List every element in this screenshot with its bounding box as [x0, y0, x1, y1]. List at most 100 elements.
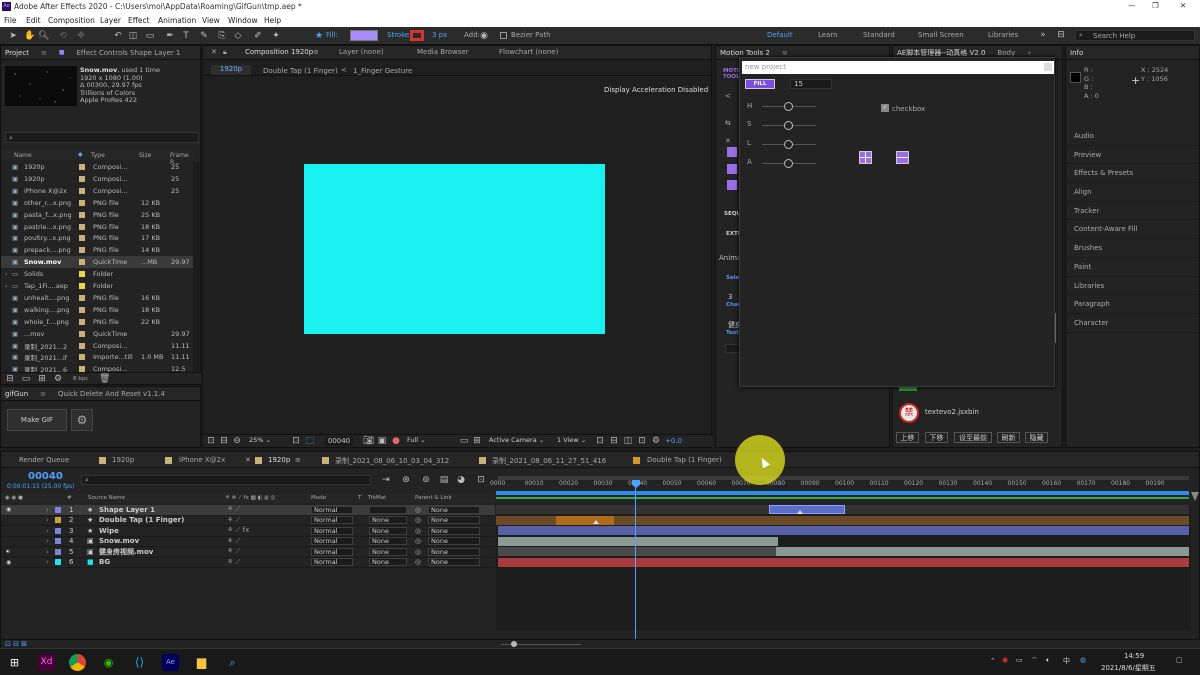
layer-parent-dropdown[interactable]: None [428, 558, 480, 567]
make-gif-button[interactable]: Make GIF [7, 409, 67, 431]
move-to-top-button[interactable]: 设至最前 [954, 432, 992, 443]
hide-button[interactable]: 隐藏 [1025, 432, 1048, 443]
vscode-icon[interactable]: ⟨⟩ [131, 654, 148, 671]
slider-l-knob[interactable] [784, 140, 793, 149]
item-label-swatch[interactable] [79, 306, 85, 313]
slider-h-knob[interactable] [784, 102, 793, 111]
tray-record-icon[interactable]: ◉ [1002, 656, 1008, 664]
roi-icon[interactable]: ▭ [459, 436, 469, 446]
pen-tool-icon[interactable]: ✒ [165, 31, 175, 41]
camera-dropdown[interactable]: Active Camera ⌄ [487, 437, 549, 445]
layer-row[interactable]: › 3 ★ Wipe ⚘ ⟋ fx Normal None ◎ None [1, 526, 495, 537]
panel-menu-icon[interactable]: ≡ [40, 390, 46, 398]
resolution-dropdown[interactable]: Full ⌄ [405, 437, 455, 445]
cross-icon[interactable]: ✕ [725, 137, 731, 145]
add-menu-icon[interactable]: ◉ [479, 31, 489, 41]
interpret-footage-icon[interactable]: ⊟ [5, 374, 15, 384]
layer-mode-dropdown[interactable]: Normal [311, 516, 353, 525]
expand-arrow-icon[interactable]: › [5, 270, 8, 278]
project-item[interactable]: ▣ prepack....png PNG file 14 KB [9, 244, 193, 256]
panel-menu-icon[interactable]: ≡ [295, 456, 301, 464]
eraser-tool-icon[interactable]: ◇ [233, 31, 243, 41]
tab-render-queue[interactable]: Render Queue [19, 456, 69, 464]
back-arrow-icon[interactable]: < [725, 92, 731, 100]
move-up-button[interactable]: 上移 [896, 432, 919, 443]
current-time-display[interactable]: 00040 [325, 437, 353, 446]
grid-quad-icon[interactable] [859, 151, 872, 164]
project-search-input[interactable]: ⌕ [5, 132, 199, 143]
fill-button[interactable]: FILL [745, 79, 775, 89]
slider-s[interactable] [762, 121, 816, 130]
panel-tracker[interactable]: Tracker [1066, 202, 1199, 221]
tab-composition[interactable]: Composition 1920p [245, 48, 313, 56]
3d-renderer-icon[interactable]: ◫ [623, 436, 633, 446]
show-snapshot-icon[interactable]: ▣ [377, 436, 387, 446]
views-dropdown[interactable]: 1 View ⌄ [555, 437, 589, 445]
toggle-pixel-icon[interactable]: ⊡ [595, 436, 605, 446]
work-area-range[interactable] [496, 491, 1189, 495]
project-item[interactable]: ▣ 1920p Composi... 25 [9, 173, 193, 185]
project-item[interactable]: ▣ poultry...x.png PNG file 17 KB [9, 232, 193, 244]
close-window-button[interactable]: ✕ [1180, 1, 1186, 10]
comp-flowchart-icon[interactable]: ⇥ [381, 475, 391, 485]
workspace-libraries[interactable]: Libraries [988, 31, 1018, 39]
tab-media-browser[interactable]: Media Browser [417, 48, 469, 56]
expand-arrow-icon[interactable]: › [46, 527, 49, 535]
layer-mode-dropdown[interactable]: Normal [311, 547, 353, 556]
fill-color-swatch[interactable] [350, 30, 378, 41]
layer-trkmat-dropdown[interactable]: None [369, 526, 407, 535]
tab-double-tap[interactable]: Double Tap (1 Finger) [647, 456, 722, 464]
slider-h[interactable] [762, 102, 816, 111]
exposure-value[interactable]: +0.0 [665, 437, 682, 445]
region-icon[interactable]: ⊟ [219, 436, 229, 446]
more-panels-icon[interactable]: » [1027, 49, 1031, 57]
slider-s-knob[interactable] [784, 121, 793, 130]
snapshot-icon[interactable]: 📷︎ [363, 436, 374, 446]
layer-switches[interactable]: ⚘ ⟋ [227, 547, 240, 556]
puppet-pin-icon[interactable]: ✦ [271, 31, 281, 41]
layer-row[interactable]: ◉ › 1 ★ Shape Layer 1 ⚘ ⟋ Normal ◎ None [1, 505, 495, 516]
color-channel-icon[interactable]: ● [391, 436, 401, 446]
parent-pickwhip-icon[interactable]: ◎ [415, 527, 421, 535]
more-workspaces-icon[interactable]: » [1038, 30, 1048, 40]
nav-finger-gesture[interactable]: 1_Finger Gesture [353, 67, 412, 75]
time-navigator-end-icon[interactable] [1191, 492, 1199, 501]
layer-parent-dropdown[interactable]: None [428, 526, 480, 535]
project-item[interactable]: › ▭ Tap_1Fi....aep Folder [5, 280, 193, 292]
layer-label-color[interactable] [55, 517, 61, 524]
tray-qq-icon[interactable]: ◍ [1080, 656, 1086, 664]
swap-icon[interactable]: ⇆ [725, 119, 731, 127]
after-effects-taskbar-icon[interactable]: Ae [162, 654, 179, 671]
composition-canvas[interactable] [304, 164, 605, 334]
nav-double-tap[interactable]: Double Tap (1 Finger) [263, 67, 338, 75]
mask-icon[interactable]: ⊖ [232, 436, 242, 446]
tab-body[interactable]: Body [997, 49, 1015, 57]
project-item[interactable]: ▣ pastrie...x.png PNG file 18 KB [9, 221, 193, 233]
layer-name[interactable]: Snow.mov [99, 537, 139, 545]
item-label-swatch[interactable] [79, 342, 85, 349]
undo-icon[interactable]: ↶ [113, 31, 123, 41]
layer-switches[interactable]: ⚘ ⟋ [227, 537, 240, 546]
panel-menu-icon[interactable]: ≡ [41, 49, 47, 57]
layer-bar-double-tap[interactable] [556, 515, 614, 525]
bezier-checkbox[interactable] [500, 32, 507, 39]
expand-arrow-icon[interactable]: › [46, 506, 49, 514]
layer-label-color[interactable] [55, 559, 61, 566]
search-app-icon[interactable]: ⌕ [224, 654, 241, 671]
menu-edit[interactable]: Edit [26, 16, 41, 25]
project-item[interactable]: ▣ 录制_2021...if Importe...till 1.0 MB 11.11 [9, 351, 193, 363]
ime-indicator[interactable]: 中 [1063, 656, 1070, 666]
layer-parent-dropdown[interactable]: None [428, 537, 480, 546]
tab-recording-1[interactable]: 录制_2021_08_06_10_03_04_312 [335, 456, 449, 466]
tray-volume-icon[interactable]: 🔈︎ [1046, 656, 1050, 665]
parent-pickwhip-icon[interactable]: ◎ [415, 537, 421, 545]
layer-name[interactable]: Double Tap (1 Finger) [99, 516, 184, 524]
slider-l[interactable] [762, 140, 816, 149]
layer-trkmat-dropdown[interactable]: None [369, 547, 407, 556]
project-item[interactable]: ▣ walking....png PNG file 18 KB [9, 304, 193, 316]
panel-libraries[interactable]: Libraries [1066, 277, 1199, 296]
layer-name[interactable]: 健身房视频.mov [99, 547, 153, 557]
item-label-swatch[interactable] [79, 330, 85, 337]
windows-start-icon[interactable]: ⊞ [6, 654, 23, 671]
item-label-swatch[interactable] [79, 283, 85, 289]
